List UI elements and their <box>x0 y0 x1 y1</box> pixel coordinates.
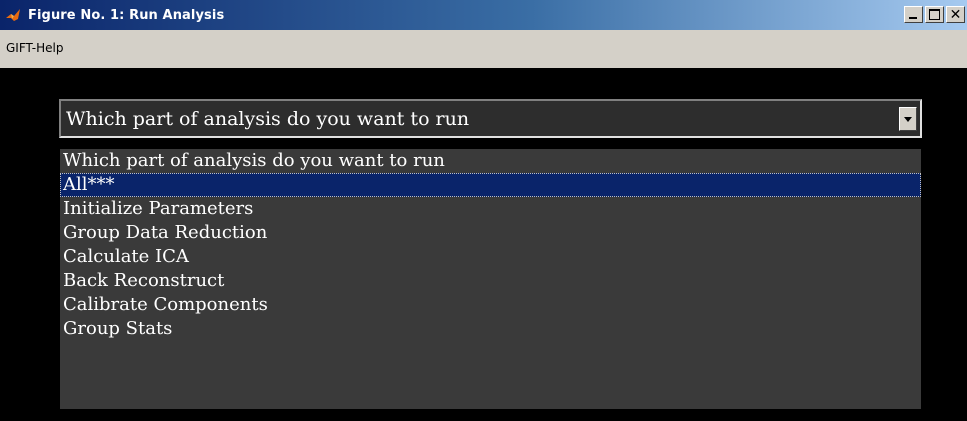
popup-selected-value: Which part of analysis do you want to ru… <box>66 108 470 130</box>
window-controls: ✕ <box>902 6 965 23</box>
menu-gift-help[interactable]: GIFT-Help <box>6 41 63 55</box>
close-icon: ✕ <box>949 6 962 23</box>
list-item[interactable]: Which part of analysis do you want to ru… <box>60 149 921 173</box>
menu-bar: GIFT-Help <box>0 30 967 68</box>
list-item[interactable]: Initialize Parameters <box>60 197 921 221</box>
list-item[interactable]: Group Data Reduction <box>60 221 921 245</box>
chevron-down-icon[interactable] <box>899 107 917 131</box>
title-bar[interactable]: Figure No. 1: Run Analysis ✕ <box>0 0 967 30</box>
list-item[interactable]: Group Stats <box>60 317 921 341</box>
window-title: Figure No. 1: Run Analysis <box>28 7 225 23</box>
matlab-logo-icon <box>4 6 22 24</box>
figure-canvas: Which part of analysis do you want to ru… <box>0 68 967 421</box>
list-item[interactable]: Calibrate Components <box>60 293 921 317</box>
analysis-popup[interactable]: Which part of analysis do you want to ru… <box>59 99 922 138</box>
minimize-button[interactable] <box>904 6 923 23</box>
list-item-selected[interactable]: All*** <box>60 173 921 197</box>
close-button[interactable]: ✕ <box>946 6 965 23</box>
list-item[interactable]: Calculate ICA <box>60 245 921 269</box>
list-item[interactable]: Back Reconstruct <box>60 269 921 293</box>
figure-window: Figure No. 1: Run Analysis ✕ GIFT-Help W… <box>0 0 967 421</box>
analysis-dropdown-list: Which part of analysis do you want to ru… <box>59 148 922 410</box>
maximize-button[interactable] <box>925 6 944 23</box>
